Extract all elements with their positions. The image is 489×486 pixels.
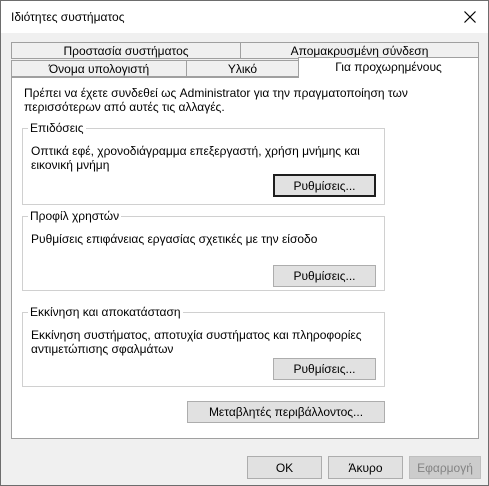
user-profiles-settings-button[interactable]: Ρυθμίσεις...: [273, 265, 376, 287]
apply-button[interactable]: Εφαρμογή: [409, 456, 481, 479]
startup-recovery-description: Εκκίνηση συστήματος, αποτυχία συστήματος…: [31, 328, 362, 356]
performance-legend: Επιδόσεις: [28, 121, 86, 135]
user-profiles-group: Προφίλ χρηστών Ρυθμίσεις επιφάνειας εργα…: [22, 209, 385, 291]
ok-button[interactable]: OK: [247, 456, 322, 479]
user-profiles-description: Ρυθμίσεις επιφάνειας εργασίας σχετικές μ…: [31, 232, 318, 246]
title-bar: Ιδιότητες συστήματος: [1, 1, 488, 33]
cancel-button[interactable]: Άκυρο: [328, 456, 403, 479]
tab-hardware[interactable]: Υλικό: [186, 60, 299, 77]
startup-recovery-legend: Εκκίνηση και αποκατάσταση: [28, 305, 183, 319]
tab-computer-name[interactable]: Όνομα υπολογιστή: [11, 60, 187, 77]
startup-recovery-settings-button[interactable]: Ρυθμίσεις...: [273, 358, 376, 380]
performance-description: Οπτικά εφέ, χρονοδιάγραμμα επεξεργαστή, …: [31, 144, 360, 172]
performance-settings-button[interactable]: Ρυθμίσεις...: [273, 174, 376, 197]
close-button[interactable]: [458, 5, 482, 29]
window-title: Ιδιότητες συστήματος: [11, 10, 125, 24]
environment-variables-button[interactable]: Μεταβλητές περιβάλλοντος...: [187, 401, 385, 423]
tab-system-protection[interactable]: Προστασία συστήματος: [11, 42, 241, 59]
tab-advanced[interactable]: Για προχωρημένους: [298, 57, 479, 78]
admin-notice: Πρέπει να έχετε συνδεθεί ως Administrato…: [24, 86, 408, 114]
user-profiles-legend: Προφίλ χρηστών: [28, 209, 122, 223]
advanced-tab-panel: Πρέπει να έχετε συνδεθεί ως Administrato…: [11, 77, 479, 439]
close-icon: [464, 11, 476, 23]
system-properties-window: Ιδιότητες συστήματος Προστασία συστήματο…: [0, 0, 489, 486]
performance-group: Επιδόσεις Οπτικά εφέ, χρονοδιάγραμμα επε…: [22, 121, 385, 205]
startup-recovery-group: Εκκίνηση και αποκατάσταση Εκκίνηση συστή…: [22, 305, 385, 387]
